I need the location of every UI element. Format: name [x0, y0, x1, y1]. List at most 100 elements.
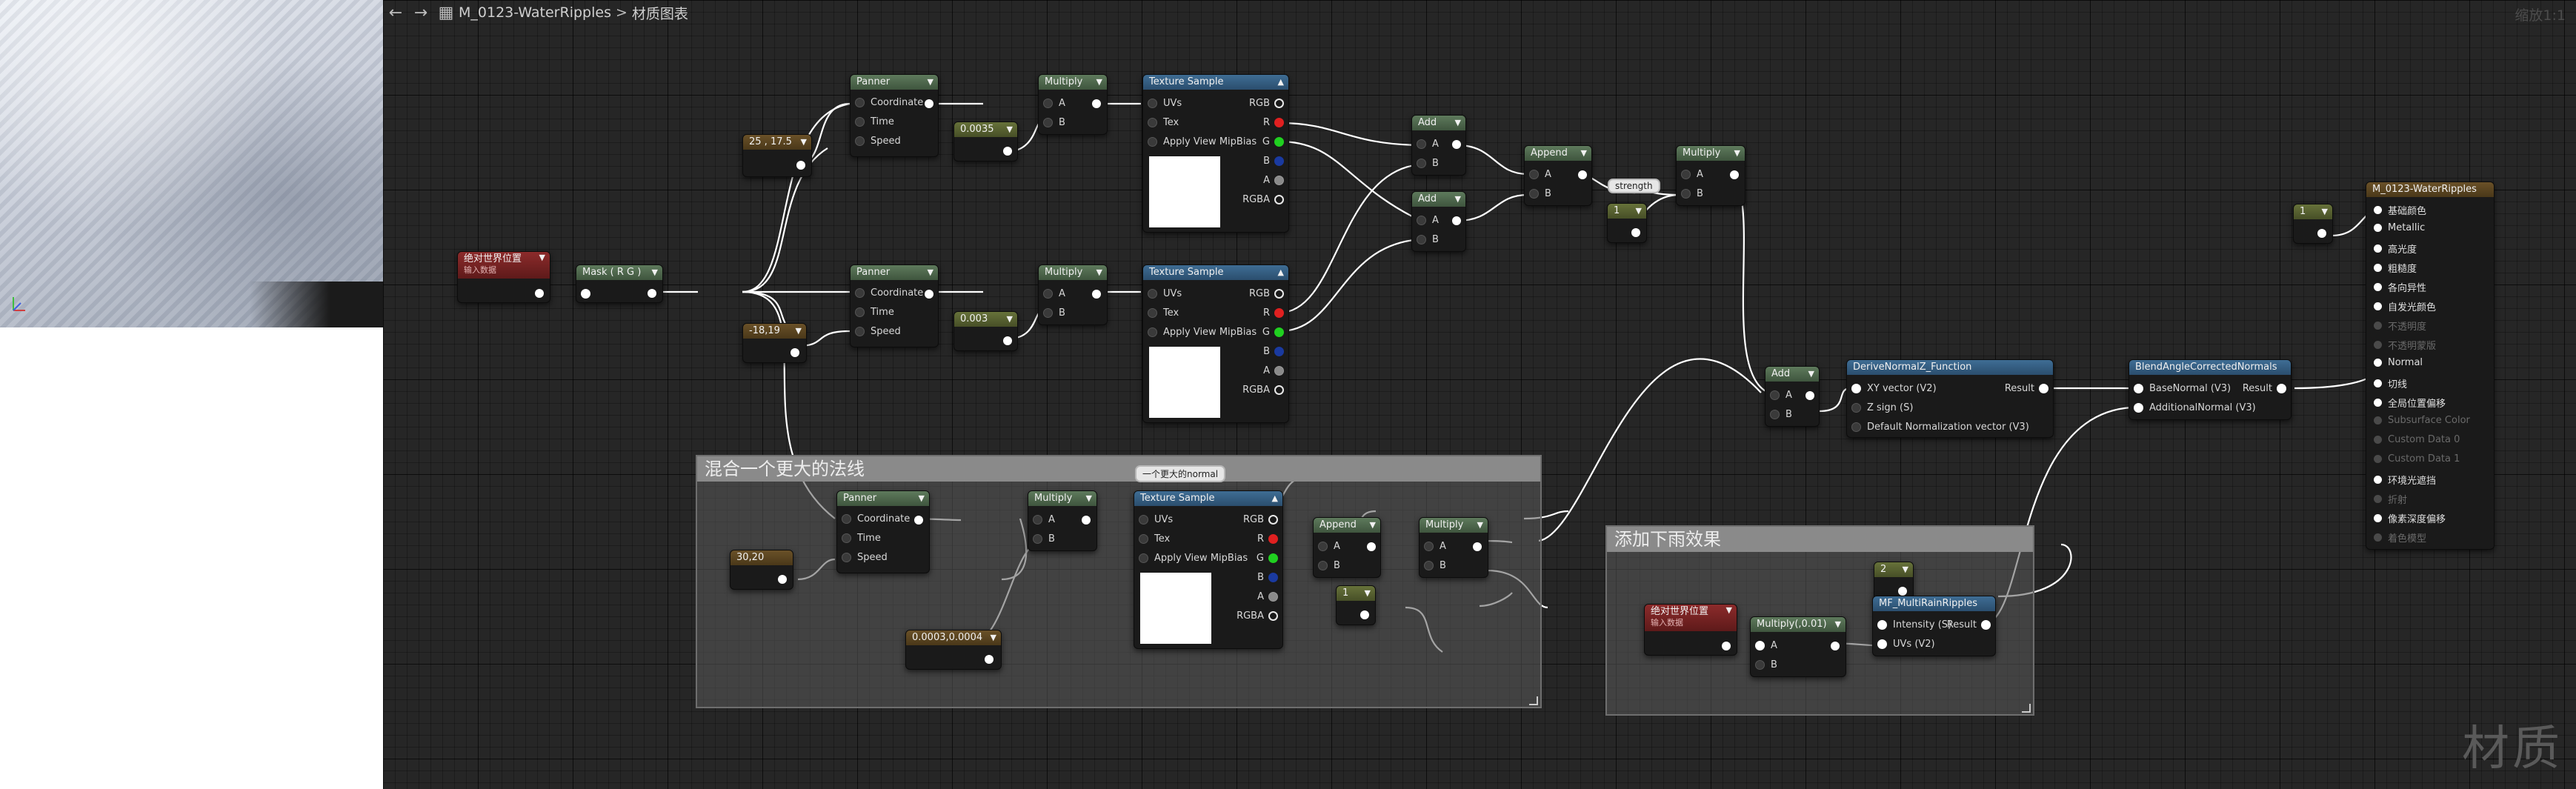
node-header[interactable]: Multiply ▼	[1028, 491, 1096, 506]
chevron-up-icon[interactable]: ▲	[1278, 265, 1284, 280]
rgba-out-pin[interactable]: RGBA	[1237, 610, 1278, 622]
node-header[interactable]: Multiply ▼	[1039, 75, 1107, 90]
pin-dot[interactable]	[2277, 384, 2286, 393]
pin-dot[interactable]	[1318, 542, 1328, 551]
pin-dot[interactable]	[1274, 195, 1284, 204]
pin-dot[interactable]	[2374, 302, 2382, 310]
output-pin[interactable]	[1722, 642, 1731, 650]
speed-pin[interactable]: Speed	[842, 552, 888, 563]
node-header[interactable]: Multiply ▼	[1039, 265, 1107, 280]
pin-dot[interactable]	[1851, 422, 1861, 432]
pin-dot[interactable]	[1877, 620, 1887, 630]
output-pin[interactable]	[985, 655, 994, 664]
pin-dot[interactable]	[1755, 660, 1765, 670]
result-out-pin[interactable]: Result	[2243, 383, 2286, 394]
g-out-pin[interactable]: G	[1257, 553, 1278, 564]
pin-dot[interactable]	[1274, 118, 1284, 127]
b-pin[interactable]: B	[1755, 659, 1777, 670]
output-pin[interactable]	[1367, 542, 1376, 551]
pin-dot[interactable]	[1274, 156, 1284, 166]
preview-viewport[interactable]	[0, 0, 383, 327]
chevron-down-icon[interactable]: ▼	[796, 324, 802, 339]
result-out-pin[interactable]: Result	[1947, 619, 1991, 630]
time-pin[interactable]: Time	[842, 533, 881, 544]
constant-node[interactable]: 1 ▼	[2293, 204, 2333, 244]
material-input-pin[interactable]: 折射	[2374, 492, 2407, 506]
output-pin[interactable]	[2317, 229, 2326, 238]
blend-normals-node[interactable]: BlendAngleCorrectedNormals BaseNormal (V…	[2129, 359, 2292, 420]
pin-dot[interactable]	[1417, 159, 1426, 168]
pin-dot[interactable]	[2374, 283, 2382, 291]
pin-dot[interactable]	[1268, 553, 1278, 563]
add-node[interactable]: Add ▼ A B	[1411, 191, 1466, 252]
parameter-bubble[interactable]: strength	[1608, 179, 1660, 193]
a-pin[interactable]: A	[1417, 215, 1439, 226]
pin-dot[interactable]	[1268, 611, 1278, 621]
chevron-down-icon[interactable]: ▼	[539, 252, 545, 263]
material-input-pin[interactable]: Subsurface Color	[2374, 415, 2470, 426]
time-pin[interactable]: Time	[855, 116, 894, 127]
pin-dot[interactable]	[1851, 384, 1861, 393]
pin-dot[interactable]	[855, 117, 865, 127]
node-header[interactable]: Mask ( R G ) ▼	[576, 265, 662, 280]
pin-dot[interactable]	[1424, 561, 1434, 570]
pin-dot[interactable]	[1529, 189, 1539, 199]
output-pin[interactable]	[1003, 147, 1012, 156]
rgb-out-pin[interactable]: RGB	[1249, 98, 1284, 109]
derive-normal-z-node[interactable]: DeriveNormalZ_Function XY vector (V2) Z …	[1846, 359, 2054, 438]
node-header[interactable]: DeriveNormalZ_Function	[1847, 360, 2053, 375]
chevron-down-icon[interactable]: ▼	[928, 265, 933, 280]
pin-dot[interactable]	[2374, 399, 2382, 407]
back-button[interactable]: ←	[383, 0, 408, 25]
pin-dot[interactable]	[2374, 206, 2382, 214]
pin-dot[interactable]	[2374, 244, 2382, 253]
additional-normal-pin[interactable]: AdditionalNormal (V3)	[2134, 402, 2256, 413]
add-node[interactable]: Add ▼ A B	[1765, 366, 1820, 427]
output-pin[interactable]	[1473, 542, 1482, 551]
a-pin[interactable]: A	[1043, 288, 1065, 299]
coordinate-pin[interactable]: Coordinate	[855, 97, 923, 108]
b-out-pin[interactable]: B	[1263, 346, 1284, 357]
tex-pin[interactable]: Tex	[1139, 533, 1170, 545]
material-input-pin[interactable]: 全局位置偏移	[2374, 396, 2446, 410]
comment-box-big-normal[interactable]: 混合一个更大的法线	[696, 455, 1542, 708]
chevron-down-icon[interactable]: ▼	[928, 75, 933, 90]
pin-dot[interactable]	[855, 98, 865, 107]
r-out-pin[interactable]: R	[1257, 533, 1278, 545]
pin-dot[interactable]	[855, 136, 865, 146]
node-header[interactable]: 30,20	[730, 550, 793, 565]
chevron-down-icon[interactable]: ▼	[1581, 146, 1587, 161]
node-header[interactable]: Multiply ▼	[1420, 518, 1488, 533]
chevron-down-icon[interactable]: ▼	[1370, 518, 1376, 533]
b-pin[interactable]: B	[1681, 188, 1703, 199]
a-pin[interactable]: A	[1318, 541, 1340, 552]
multiply-constant-node[interactable]: Multiply(,0.01) ▼ A B	[1750, 616, 1846, 677]
breadcrumb-asset[interactable]: M_0123-WaterRipples	[459, 4, 611, 21]
output-pin[interactable]	[648, 289, 656, 298]
node-header[interactable]: Texture Sample ▲	[1143, 75, 1288, 90]
pin-dot[interactable]	[1139, 534, 1148, 544]
node-header[interactable]: Add ▼	[1412, 192, 1465, 207]
mip-pin[interactable]: Apply View MipBias	[1148, 327, 1257, 338]
pin-dot[interactable]	[2374, 514, 2382, 522]
node-header[interactable]: Add ▼	[1412, 116, 1465, 130]
node-header[interactable]: 0.003 ▼	[954, 312, 1017, 327]
base-normal-pin[interactable]: BaseNormal (V3)	[2134, 383, 2231, 394]
pin-dot[interactable]	[1043, 289, 1053, 299]
b-out-pin[interactable]: B	[1263, 156, 1284, 167]
material-input-pin[interactable]: 粗糙度	[2374, 261, 2417, 275]
pin-dot[interactable]	[1681, 189, 1691, 199]
chevron-down-icon[interactable]: ▼	[1007, 122, 1013, 137]
a-pin[interactable]: A	[1417, 139, 1439, 150]
pin-dot[interactable]	[1274, 99, 1284, 108]
pin-dot[interactable]	[1274, 308, 1284, 318]
tex-pin[interactable]: Tex	[1148, 307, 1179, 319]
chevron-down-icon[interactable]: ▼	[652, 265, 658, 280]
multiply-node[interactable]: Multiply ▼ A B	[1028, 490, 1097, 551]
b-pin[interactable]: B	[1424, 560, 1446, 571]
node-header[interactable]: 25 , 17.5 ▼	[743, 135, 811, 150]
speed-pin[interactable]: Speed	[855, 326, 901, 337]
chevron-down-icon[interactable]: ▼	[1808, 367, 1814, 382]
chevron-down-icon[interactable]: ▼	[1734, 146, 1740, 161]
b-pin[interactable]: B	[1043, 307, 1065, 319]
